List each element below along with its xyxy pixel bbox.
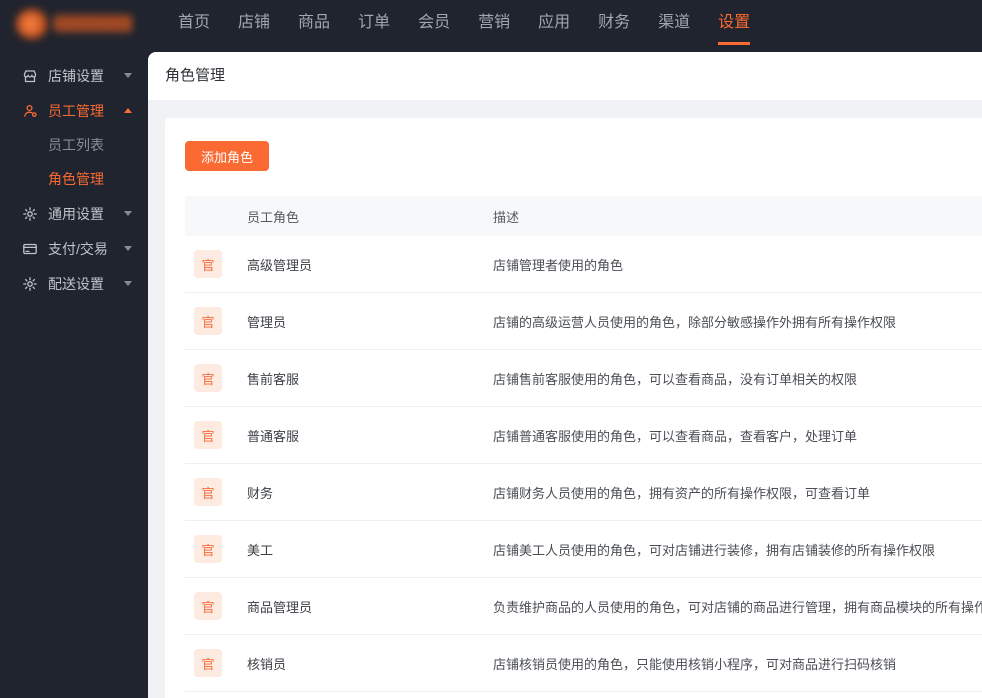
gear-icon (22, 276, 38, 292)
chevron-up-icon (124, 108, 132, 113)
sidebar-item-1[interactable]: 店铺设置 (0, 58, 148, 93)
role-description: 店铺财务人员使用的角色，拥有资产的所有操作权限，可查看订单 (493, 485, 871, 501)
badge-cell: 官 (185, 364, 247, 392)
official-role-badge: 官 (194, 250, 222, 278)
nav-item-6[interactable]: 营销 (478, 0, 510, 48)
table-row[interactable]: 官 普通客服 店铺普通客服使用的角色，可以查看商品，查看客户，处理订单 (185, 407, 982, 464)
role-name: 核销员 (247, 656, 287, 672)
table-header: 员工角色 描述 (185, 196, 982, 236)
badge-cell: 官 (185, 535, 247, 563)
role-description: 店铺美工人员使用的角色，可对店铺进行装修，拥有店铺装修的所有操作权限 (493, 542, 936, 558)
official-role-badge: 官 (194, 535, 222, 563)
sidebar-item-label: 支付/交易 (48, 240, 108, 257)
gear-icon (22, 206, 38, 222)
table-body: 官高级管理员 店铺管理者使用的角色官管理员 店铺的高级运营人员使用的角色，除部分敏感… (165, 236, 982, 692)
table-row[interactable]: 官 核销员 店铺核销员使用的角色，只能使用核销小程序，可对商品进行扫码核销 (185, 635, 982, 692)
nav-item-10[interactable]: 设置 (718, 0, 751, 48)
official-role-badge: 官 (194, 649, 222, 677)
main-content: 角色管理 添加角色 员工角色 描述 官高级管理员 店铺管理者使用的角色官管理员 店铺… (148, 48, 982, 698)
top-bar: 首页 店铺 商品 订单 会员 营销 应用 财务 渠道 设置 (0, 0, 982, 48)
role-name: 商品管理员 (247, 599, 313, 615)
badge-cell: 官 (185, 592, 247, 620)
roles-card: 添加角色 员工角色 描述 官高级管理员 店铺管理者使用的角色官管理员 店铺的高级运营… (165, 118, 982, 698)
nav-item-2[interactable]: 店铺 (238, 0, 270, 48)
app-logo[interactable] (0, 0, 148, 48)
badge-cell: 官 (185, 649, 247, 677)
sidebar-menu: 店铺设置员工管理员工列表 角色管理通用设置支付/交易配送设置 (0, 58, 148, 301)
role-description: 店铺普通客服使用的角色，可以查看商品，查看客户，处理订单 (493, 428, 858, 444)
table-header-role: 员工角色 (247, 209, 300, 225)
sidebar-item-4[interactable]: 支付/交易 (0, 231, 148, 266)
table-row[interactable]: 官 管理员 店铺的高级运营人员使用的角色，除部分敏感操作外拥有所有操作权限 (185, 293, 982, 350)
chevron-down-icon (124, 211, 132, 216)
role-description: 店铺核销员使用的角色，只能使用核销小程序，可对商品进行扫码核销 (493, 656, 897, 672)
sidebar-item-label: 店铺设置 (48, 67, 104, 84)
role-name: 普通客服 (247, 428, 300, 444)
badge-cell: 官 (185, 250, 247, 278)
nav-item-3[interactable]: 商品 (298, 0, 330, 48)
official-role-badge: 官 (194, 592, 222, 620)
nav-item-1[interactable]: 首页 (178, 0, 210, 48)
table-header-desc: 描述 (493, 209, 520, 225)
sidebar-subitem-2-1[interactable]: 员工列表 (0, 128, 148, 162)
role-name: 管理员 (247, 314, 287, 330)
badge-cell: 官 (185, 421, 247, 449)
page-title: 角色管理 (148, 52, 982, 100)
sidebar-item-label: 配送设置 (48, 275, 104, 292)
chevron-down-icon (124, 246, 132, 251)
official-role-badge: 官 (194, 421, 222, 449)
table-row[interactable]: 官 商品管理员 负责维护商品的人员使用的角色，可对店铺的商品进行管理，拥有商品模块的… (185, 578, 982, 635)
table-row[interactable]: 官 美工 店铺美工人员使用的角色，可对店铺进行装修，拥有店铺装修的所有操作权限 (185, 521, 982, 578)
logo-text (54, 15, 132, 32)
badge-cell: 官 (185, 307, 247, 335)
table-row[interactable]: 官 售前客服 店铺售前客服使用的角色，可以查看商品，没有订单相关的权限 (185, 350, 982, 407)
official-role-badge: 官 (194, 478, 222, 506)
table-row[interactable]: 官 财务 店铺财务人员使用的角色，拥有资产的所有操作权限，可查看订单 (185, 464, 982, 521)
content-inner: 角色管理 添加角色 员工角色 描述 官高级管理员 店铺管理者使用的角色官管理员 店铺… (148, 52, 982, 698)
sidebar-item-label: 员工管理 (48, 102, 104, 119)
role-description: 店铺管理者使用的角色 (493, 257, 624, 273)
shop-icon (22, 68, 38, 84)
role-name: 高级管理员 (247, 257, 313, 273)
nav-item-7[interactable]: 应用 (538, 0, 570, 48)
role-description: 店铺的高级运营人员使用的角色，除部分敏感操作外拥有所有操作权限 (493, 314, 897, 330)
official-role-badge: 官 (194, 307, 222, 335)
role-name: 售前客服 (247, 371, 300, 387)
role-description: 负责维护商品的人员使用的角色，可对店铺的商品进行管理，拥有商品模块的所有操作权限 (493, 599, 982, 615)
badge-cell: 官 (185, 478, 247, 506)
top-nav: 首页 店铺 商品 订单 会员 营销 应用 财务 渠道 设置 (178, 0, 751, 48)
sidebar-item-3[interactable]: 通用设置 (0, 196, 148, 231)
add-role-button[interactable]: 添加角色 (185, 141, 269, 171)
role-name: 财务 (247, 485, 274, 501)
chevron-down-icon (124, 73, 132, 78)
nav-item-9[interactable]: 渠道 (658, 0, 690, 48)
users-icon (22, 103, 38, 119)
sidebar-item-label: 通用设置 (48, 205, 104, 222)
official-role-badge: 官 (194, 364, 222, 392)
card-icon (22, 241, 38, 257)
sidebar: 店铺设置员工管理员工列表 角色管理通用设置支付/交易配送设置 (0, 48, 148, 698)
nav-item-8[interactable]: 财务 (598, 0, 630, 48)
logo-icon (16, 9, 48, 39)
nav-item-4[interactable]: 订单 (358, 0, 390, 48)
sidebar-item-5[interactable]: 配送设置 (0, 266, 148, 301)
nav-item-5[interactable]: 会员 (418, 0, 450, 48)
table-row[interactable]: 官 高级管理员 店铺管理者使用的角色 (185, 236, 982, 293)
sidebar-item-2[interactable]: 员工管理 (0, 93, 148, 128)
role-name: 美工 (247, 542, 274, 558)
role-description: 店铺售前客服使用的角色，可以查看商品，没有订单相关的权限 (493, 371, 858, 387)
roles-table: 员工角色 描述 官高级管理员 店铺管理者使用的角色官管理员 店铺的高级运营人员使用的… (165, 196, 982, 692)
chevron-down-icon (124, 281, 132, 286)
sidebar-subitem-2-2[interactable]: 角色管理 (0, 162, 148, 196)
